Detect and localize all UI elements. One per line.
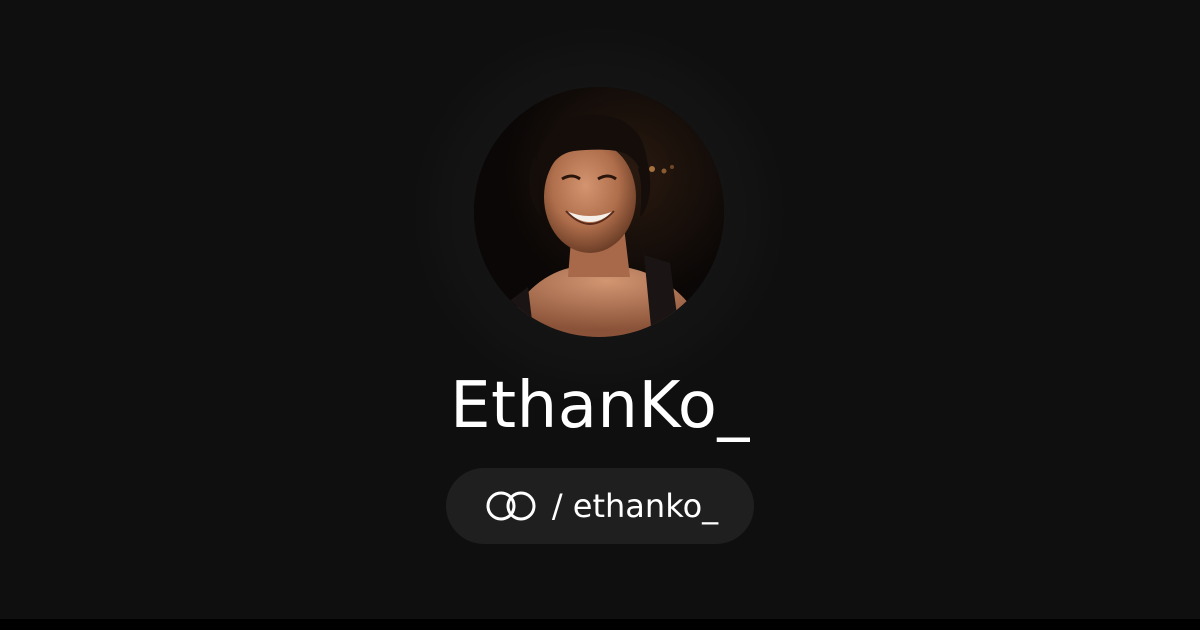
display-name: EthanKo_ xyxy=(450,369,750,443)
handle-separator: / xyxy=(551,487,563,525)
linked-rings-icon xyxy=(482,489,540,523)
handle-username: ethanko_ xyxy=(572,487,719,525)
avatar[interactable] xyxy=(474,87,724,337)
handle-link[interactable]: / ethanko_ xyxy=(446,468,754,544)
bottom-edge xyxy=(0,619,1200,630)
handle-spacer xyxy=(563,486,573,526)
avatar-photo xyxy=(474,87,724,337)
profile-card: EthanKo_ / ethanko_ xyxy=(0,0,1200,630)
